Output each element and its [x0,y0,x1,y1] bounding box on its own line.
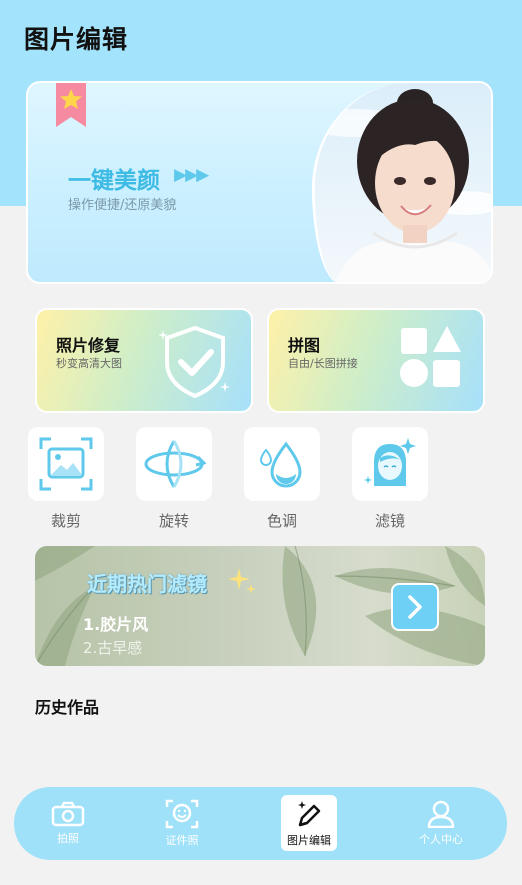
page-title: 图片编辑 [24,25,129,54]
edit-pen-icon [298,800,321,826]
collage-card[interactable]: 拼图 自由/长图拼接 [267,308,485,413]
shield-check-icon [159,325,230,399]
filter-face-icon [364,438,416,486]
nav-item-id-photo[interactable]: 证件照 [142,787,222,860]
shapes-icon [400,326,461,387]
person-icon [427,800,455,828]
filter-banner-title: 近期热门滤镜 [87,572,207,596]
star-ribbon-icon [56,83,86,127]
portrait-photo [312,83,491,282]
hero-subtitle: 操作便捷/还原美貌 [68,198,177,213]
feature-subtitle: 自由/长图拼接 [288,357,358,370]
feature-subtitle: 秒变高清大图 [56,357,122,370]
nav-item-camera[interactable]: 拍照 [28,787,108,860]
crop-image-icon [39,437,93,491]
nav-label: 证件照 [165,834,199,847]
hot-filters-banner[interactable]: 近期热门滤镜 1.胶片风 2.古早感 [35,546,485,666]
id-photo-icon [165,799,199,829]
nav-label: 个人中心 [419,833,463,846]
rotate-icon [144,440,206,488]
hero-title: 一键美颜 [68,168,160,194]
nav-label: 拍照 [57,832,79,845]
bottom-nav: 拍照 证件照 图片编辑 个人中心 [14,787,507,860]
tool-label: 旋转 [158,512,189,530]
triple-arrow-icon: ▶▶▶ [174,165,209,185]
filter-tool-button[interactable] [352,427,428,501]
rotate-tool-button[interactable] [136,427,212,501]
nav-item-profile[interactable]: 个人中心 [401,787,481,860]
tool-label: 色调 [266,512,297,530]
photo-repair-card[interactable]: 照片修复 秒变高清大图 [35,308,253,413]
tone-tool-button[interactable] [244,427,320,501]
filter-item-2: 2.古早感 [83,639,143,657]
crop-tool-button[interactable] [28,427,104,501]
tool-label: 滤镜 [374,512,405,530]
color-drops-icon [259,441,302,488]
filter-go-button[interactable] [391,583,439,631]
sparkle-icon [228,568,256,594]
history-section-title: 历史作品 [35,698,100,717]
tool-label: 裁剪 [50,512,81,530]
camera-icon [51,801,85,827]
chevron-right-icon [408,595,422,619]
beauty-banner[interactable]: 一键美颜 ▶▶▶ 操作便捷/还原美貌 [26,81,493,284]
feature-title: 照片修复 [56,336,121,355]
feature-title: 拼图 [288,336,321,355]
nav-item-image-edit[interactable]: 图片编辑 [281,795,337,851]
nav-label: 图片编辑 [287,833,331,847]
filter-item-1: 1.胶片风 [83,615,149,634]
